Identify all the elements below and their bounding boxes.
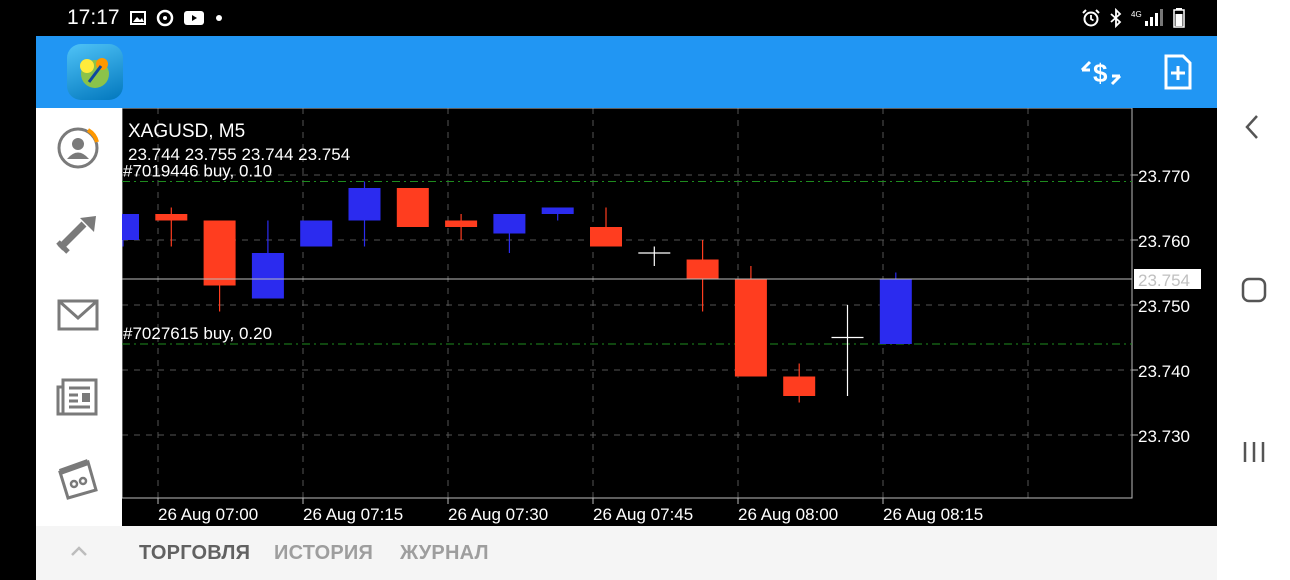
candle-body	[734, 279, 767, 377]
account-icon	[57, 127, 99, 169]
bottom-tab-bar: ТОРГОВЛЯ ИСТОРИЯ ЖУРНАЛ	[36, 526, 1217, 580]
status-bar: 17:17 4G	[0, 0, 1217, 36]
status-icons-left	[130, 9, 224, 27]
x-tick-label: 26 Aug 08:00	[738, 505, 838, 524]
bluetooth-icon	[1110, 8, 1122, 28]
y-tick-label: 23.730	[1138, 427, 1190, 446]
candle-body	[203, 220, 236, 286]
status-icons-right: 4G	[1081, 8, 1185, 28]
candle-body	[590, 227, 622, 247]
order-label: #7019446 buy, 0.10	[123, 162, 272, 181]
svg-text:$: $	[1093, 58, 1108, 88]
y-tick-label: 23.740	[1138, 362, 1190, 381]
candlestick-chart[interactable]: #7019446 buy, 0.10 #7027615 buy, 0.20 23.…	[107, 107, 1217, 526]
sidebar-item-trade[interactable]	[54, 208, 102, 256]
metatrader-logo-icon	[80, 58, 109, 88]
candle-body	[493, 214, 526, 234]
order-lines: #7019446 buy, 0.10 #7027615 buy, 0.20	[122, 162, 1132, 345]
candle-body	[155, 214, 188, 221]
news-icon	[56, 378, 98, 416]
chart-frame	[121, 107, 1133, 499]
candle-body	[686, 259, 719, 279]
price-axis: 23.770 23.760 23.750 23.740 23.730	[1132, 167, 1190, 446]
mail-icon	[57, 299, 99, 331]
candle-body	[445, 220, 478, 227]
recents-icon[interactable]	[1241, 440, 1267, 464]
candle-body	[348, 188, 381, 221]
calendar-icon	[58, 459, 98, 500]
candle-body	[879, 279, 912, 344]
x-tick-label: 26 Aug 08:15	[883, 505, 983, 524]
candle-body	[251, 253, 284, 299]
x-tick-label: 26 Aug 07:15	[303, 505, 403, 524]
system-navigation-bar	[1217, 0, 1290, 580]
gallery-icon	[130, 11, 146, 25]
sidebar-item-news[interactable]	[54, 373, 102, 421]
battery-icon	[1173, 8, 1185, 28]
new-order-icon[interactable]	[1163, 54, 1193, 90]
svg-text:4G: 4G	[1131, 10, 1142, 19]
candle-body	[300, 220, 333, 247]
tab-history[interactable]: ИСТОРИЯ	[274, 542, 373, 565]
candles	[107, 181, 912, 403]
x-tick-label: 26 Aug 07:30	[448, 505, 548, 524]
back-icon[interactable]	[1241, 113, 1265, 141]
signal-icon: 4G	[1131, 9, 1163, 26]
youtube-icon	[184, 11, 204, 25]
chart-ohlc: 23.744 23.755 23.744 23.754	[128, 145, 350, 164]
price-chart[interactable]: #7019446 buy, 0.10 #7027615 buy, 0.20 23.…	[107, 107, 1217, 526]
chart-symbol: XAGUSD, M5	[128, 121, 245, 142]
trade-icon	[56, 216, 96, 254]
candle-body	[783, 376, 816, 396]
candle-body	[541, 207, 574, 214]
x-tick-label: 26 Aug 07:00	[158, 505, 258, 524]
candle-body	[107, 214, 139, 240]
order-label: #7027615 buy, 0.20	[123, 324, 272, 343]
candle-body	[396, 188, 429, 227]
currency-exchange-icon[interactable]: $	[1080, 56, 1122, 90]
dot-icon	[216, 15, 222, 21]
sidebar-item-calendar[interactable]	[54, 454, 102, 502]
y-tick-label: 23.760	[1138, 232, 1190, 251]
sidebar	[36, 108, 122, 526]
app-logo[interactable]	[67, 44, 123, 100]
y-tick-label: 23.770	[1138, 167, 1190, 186]
sidebar-item-account[interactable]	[54, 124, 102, 172]
media-icon	[156, 9, 174, 27]
tab-journal[interactable]: ЖУРНАЛ	[400, 542, 489, 565]
bid-price-label: 23.754	[1138, 271, 1190, 290]
sidebar-item-mail[interactable]	[54, 291, 102, 339]
app-bar: $	[36, 36, 1217, 108]
home-icon[interactable]	[1241, 277, 1267, 303]
x-tick-label: 26 Aug 07:45	[593, 505, 693, 524]
y-tick-label: 23.750	[1138, 297, 1190, 316]
alarm-icon	[1082, 9, 1100, 27]
chevron-up-icon[interactable]	[68, 540, 90, 562]
tab-trade[interactable]: ТОРГОВЛЯ	[139, 542, 250, 565]
chart-grid	[122, 108, 1132, 498]
status-time: 17:17	[67, 6, 120, 29]
time-axis: 26 Aug 07:00 26 Aug 07:15 26 Aug 07:30 26 A…	[157, 498, 983, 524]
